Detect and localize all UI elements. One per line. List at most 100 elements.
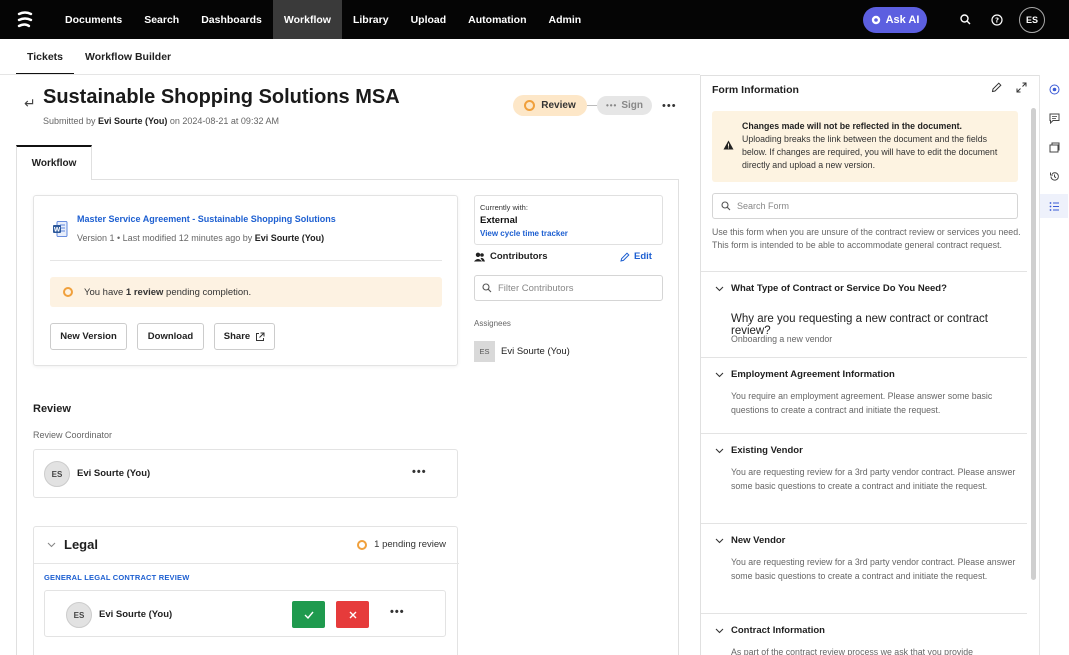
search-icon <box>721 201 731 211</box>
review-coordinator-card: ES Evi Sourte (You) ••• <box>33 449 458 498</box>
external-link-icon <box>256 332 265 341</box>
edit-contributors-button[interactable]: Edit <box>620 251 652 262</box>
currently-with-label: Currently with: <box>480 203 528 212</box>
section-body: You are requesting review for a 3rd part… <box>731 557 1016 581</box>
document-meta: Version 1 • Last modified 12 minutes ago… <box>77 233 324 243</box>
assignee-item[interactable]: ES Evi Sourte (You) <box>474 341 570 362</box>
divider <box>50 260 442 261</box>
section-title: Employment Agreement Information <box>731 369 895 380</box>
document-link[interactable]: Master Service Agreement - Sustainable S… <box>77 214 336 224</box>
section-title: Contract Information <box>731 625 825 636</box>
nav-library[interactable]: Library <box>342 0 400 39</box>
subtabs-divider <box>0 74 700 75</box>
nav-admin[interactable]: Admin <box>538 0 593 39</box>
filter-contributors-input[interactable]: Filter Contributors <box>474 275 663 301</box>
more-options-icon[interactable]: ••• <box>390 606 405 618</box>
ai-assistant-icon[interactable] <box>1040 77 1068 101</box>
contributors-title: Contributors <box>490 251 548 262</box>
comments-icon[interactable] <box>1040 106 1068 130</box>
section-header[interactable]: Contract Information <box>715 625 825 636</box>
form-scrollbar[interactable] <box>1031 108 1036 580</box>
submitted-info: Submitted by Evi Sourte (You) on 2024-08… <box>43 116 279 126</box>
more-options-icon[interactable]: ••• <box>662 100 677 112</box>
cycle-time-link[interactable]: View cycle time tracker <box>480 229 657 238</box>
close-icon <box>349 611 356 618</box>
history-icon[interactable] <box>1040 164 1068 188</box>
avatar: ES <box>474 341 495 362</box>
legal-heading[interactable]: Legal <box>47 537 98 552</box>
form-section: Existing Vendor You are requesting revie… <box>701 433 1027 523</box>
download-button[interactable]: Download <box>137 323 204 350</box>
form-information-icon[interactable] <box>1040 194 1068 218</box>
section-header[interactable]: Existing Vendor <box>715 445 803 456</box>
section-header[interactable]: New Vendor <box>715 535 785 546</box>
nav-workflow[interactable]: Workflow <box>272 0 342 39</box>
assignee-name: Evi Sourte (You) <box>501 346 570 357</box>
ask-ai-button[interactable]: Ask AI <box>863 6 927 33</box>
form-section: Contract Information As part of the cont… <box>701 613 1027 655</box>
nav-automation[interactable]: Automation <box>457 0 537 39</box>
chevron-down-icon <box>715 372 724 377</box>
submitted-prefix: Submitted by <box>43 116 99 126</box>
chevron-down-icon <box>715 448 724 453</box>
search-form-input[interactable]: Search Form <box>712 193 1018 219</box>
nav-documents[interactable]: Documents <box>54 0 133 39</box>
filter-placeholder: Filter Contributors <box>498 282 574 294</box>
legal-review-link[interactable]: GENERAL LEGAL CONTRACT REVIEW <box>44 573 190 582</box>
expand-icon[interactable] <box>1016 82 1027 93</box>
word-document-icon: W <box>53 221 68 237</box>
svg-text:?: ? <box>995 16 999 24</box>
pending-ring-icon <box>524 100 536 111</box>
download-label: Download <box>147 331 194 342</box>
edit-label: Edit <box>634 251 652 262</box>
nav-upload[interactable]: Upload <box>400 0 458 39</box>
nav-search[interactable]: Search <box>133 0 190 39</box>
users-icon <box>474 252 485 261</box>
divider <box>34 563 459 564</box>
tab-workflow[interactable]: Workflow <box>16 145 92 180</box>
section-header[interactable]: What Type of Contract or Service Do You … <box>715 283 947 294</box>
approve-button[interactable] <box>292 601 325 628</box>
attachments-icon[interactable] <box>1040 135 1068 159</box>
share-label: Share <box>223 331 251 342</box>
logo[interactable] <box>0 0 50 39</box>
contributors-heading: Contributors <box>474 251 548 262</box>
assignees-label: Assignees <box>474 319 511 328</box>
document-card: W Master Service Agreement - Sustainable… <box>33 195 458 366</box>
section-body: You are requesting review for a 3rd part… <box>731 467 1016 491</box>
back-arrow-icon[interactable]: ↵ <box>24 95 36 112</box>
reject-button[interactable] <box>336 601 369 628</box>
pencil-icon[interactable] <box>991 82 1002 93</box>
section-title: What Type of Contract or Service Do You … <box>731 283 947 294</box>
form-section: Employment Agreement Information You req… <box>701 357 1027 433</box>
chevron-down-icon <box>715 286 724 291</box>
stage-tracker: Review ••• Sign ••• <box>513 95 677 116</box>
section-header[interactable]: Employment Agreement Information <box>715 369 895 380</box>
review-coordinator-label: Review Coordinator <box>33 430 113 440</box>
tab-tickets[interactable]: Tickets <box>16 39 74 75</box>
reviewer-row: ES Evi Sourte (You) ••• <box>44 590 446 637</box>
section-body: As part of the contract review process w… <box>731 647 974 655</box>
warning-icon <box>723 140 734 150</box>
help-icon[interactable]: ? <box>981 13 1013 26</box>
section-answer[interactable]: Onboarding a new vendor <box>731 334 832 344</box>
section-body: You require an employment agreement. Ple… <box>731 391 993 415</box>
nav-dashboards[interactable]: Dashboards <box>190 0 273 39</box>
top-nav: Documents Search Dashboards Workflow Lib… <box>0 0 1069 39</box>
share-button[interactable]: Share <box>214 323 275 350</box>
pending-ring-icon <box>63 287 73 297</box>
user-avatar[interactable]: ES <box>1019 6 1045 33</box>
more-options-icon[interactable]: ••• <box>412 466 427 478</box>
stage-review[interactable]: Review <box>513 95 587 116</box>
svg-text:W: W <box>54 226 61 233</box>
page-title: Sustainable Shopping Solutions MSA <box>43 86 400 108</box>
avatar: ES <box>66 602 92 628</box>
stage-sign[interactable]: ••• Sign <box>597 96 652 115</box>
search-icon <box>482 283 492 293</box>
search-icon[interactable] <box>949 14 981 25</box>
pending-count: 1 review <box>125 286 164 298</box>
new-version-button[interactable]: New Version <box>50 323 127 350</box>
currently-with-value: External <box>480 215 518 226</box>
tab-workflow-builder[interactable]: Workflow Builder <box>74 39 182 75</box>
ask-ai-label: Ask AI <box>885 13 920 26</box>
